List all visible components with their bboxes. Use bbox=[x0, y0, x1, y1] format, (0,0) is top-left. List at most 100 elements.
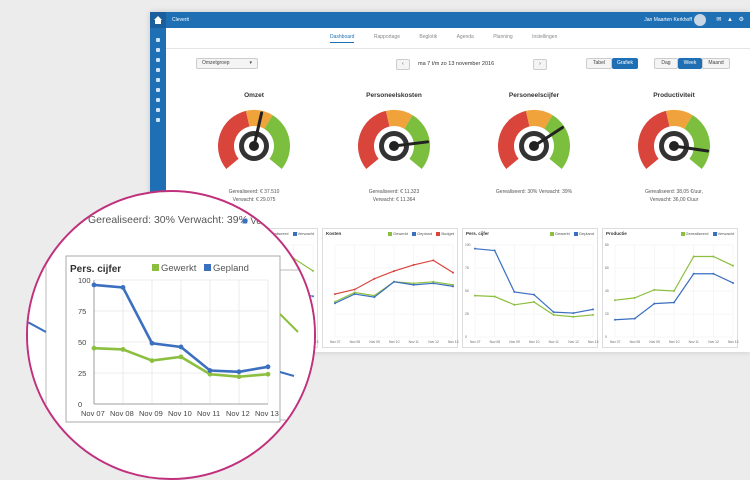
view-table-button[interactable]: Tabel bbox=[586, 58, 612, 69]
x-tick-label: Nov 08 bbox=[110, 409, 134, 418]
data-point bbox=[149, 340, 155, 346]
data-point bbox=[513, 303, 516, 306]
mini-chart-perscijfer-plot: 0 25 50 75 100 Nov 07 Nov 08 Nov 09 Nov 10 Nov 11… bbox=[465, 243, 599, 344]
x-tick-label: Nov 09 bbox=[139, 409, 163, 418]
home-icon[interactable] bbox=[150, 12, 166, 28]
mini-title-productie: Productie bbox=[606, 231, 627, 236]
date-range: ma 7 t/m zo 13 november 2016 bbox=[418, 61, 495, 67]
legend-label: Gepland bbox=[578, 231, 594, 236]
gauge-productiviteit bbox=[638, 110, 710, 169]
data-point bbox=[712, 255, 715, 258]
group-select-value: Omzetgroep bbox=[202, 60, 230, 66]
screenshot-stage: { "app": { "title": "Cleverit", "user_na… bbox=[0, 0, 750, 480]
main-tabs: Dashboard Rapportage Beglotik Agenda Pla… bbox=[330, 34, 575, 46]
x-tick-label: Nov 10 bbox=[168, 409, 192, 418]
chevron-down-icon: ▾ bbox=[249, 60, 252, 66]
next-week-button[interactable]: › bbox=[533, 59, 547, 70]
legend-swatch bbox=[388, 231, 393, 236]
period-day-button[interactable]: Dag bbox=[654, 58, 678, 69]
tab-planning[interactable]: Planning bbox=[493, 34, 512, 42]
legend-label: Budget bbox=[441, 231, 454, 236]
sidebar-item-agenda[interactable] bbox=[156, 68, 160, 72]
data-point bbox=[474, 247, 476, 250]
tab-instellingen[interactable]: Instellingen bbox=[532, 34, 557, 42]
legend-swatch bbox=[680, 231, 685, 236]
gauge-caption-personeelscijfer: Gerealiseerd: 30% Verwacht: 39% bbox=[479, 188, 589, 196]
data-point bbox=[673, 290, 675, 292]
zoom-left-chart-frame bbox=[28, 253, 47, 415]
gauge-realised-personeelscijfer: Gerealiseerd: 30% Verwacht: 39% bbox=[495, 189, 573, 195]
data-point bbox=[493, 295, 496, 298]
data-point bbox=[265, 364, 271, 370]
group-select[interactable]: Omzetgroep ▾ bbox=[196, 58, 258, 69]
tab-dashboard[interactable]: Dashboard bbox=[330, 34, 355, 43]
x-tick-label: Nov 10 bbox=[389, 340, 400, 344]
legend-label: Verwacht bbox=[717, 231, 734, 236]
notification-icons[interactable]: ✉ ▲ ⚙ bbox=[716, 16, 746, 23]
sidebar-item-report[interactable] bbox=[156, 48, 160, 52]
data-point bbox=[633, 317, 636, 320]
data-point bbox=[149, 358, 155, 363]
tab-agenda[interactable]: Agenda bbox=[457, 34, 474, 42]
data-point bbox=[236, 369, 242, 375]
zoom-magnifier: Gerealiseerd: 30% Verwacht: 39% 12 ■ Ver… bbox=[26, 190, 316, 480]
x-tick-label: Nov 09 bbox=[509, 340, 520, 344]
data-point bbox=[592, 313, 594, 316]
data-point bbox=[552, 313, 555, 316]
sidebar-item-planning[interactable] bbox=[156, 78, 160, 82]
y-tick-label: 40 bbox=[605, 289, 609, 293]
gauge-title-omzet: Omzet bbox=[244, 92, 264, 99]
period-month-button[interactable]: Maand bbox=[702, 58, 730, 69]
data-point bbox=[432, 259, 435, 262]
zoom-right-chart-frame bbox=[279, 269, 314, 421]
data-point bbox=[533, 301, 535, 304]
x-tick-label: Nov 07 bbox=[81, 409, 105, 418]
mini-legend-perscijfer: Gewerkt Gepland bbox=[547, 231, 594, 236]
data-point bbox=[452, 285, 454, 288]
sidebar-item-help[interactable] bbox=[156, 118, 160, 122]
zoom-left-tick: 12 bbox=[31, 409, 39, 418]
gauge-expected-personeelskosten: Verwacht: € 11.364 bbox=[372, 197, 416, 203]
period-week-button[interactable]: Week bbox=[678, 58, 702, 69]
data-point bbox=[572, 315, 575, 318]
gauge-caption-productiviteit: Gerealiseerd: 38,05 €/uur, Verwacht: 36,… bbox=[619, 188, 729, 204]
mini-title-kosten: Kosten bbox=[326, 231, 342, 236]
data-point bbox=[120, 347, 126, 352]
sidebar-item-budget[interactable] bbox=[156, 58, 160, 62]
sidebar-item-hours[interactable] bbox=[156, 98, 160, 102]
y-tick-label: 50 bbox=[465, 289, 469, 293]
data-point bbox=[692, 272, 695, 275]
data-point bbox=[236, 374, 242, 380]
tab-begroting[interactable]: Beglotik bbox=[419, 34, 437, 42]
sidebar-item-dashboard[interactable] bbox=[156, 38, 160, 42]
view-chart-button[interactable]: Grafiek bbox=[612, 58, 638, 69]
tab-rapportage[interactable]: Rapportage bbox=[374, 34, 400, 42]
avatar[interactable] bbox=[694, 14, 706, 26]
data-point bbox=[120, 285, 126, 290]
prev-week-button[interactable]: ‹ bbox=[396, 59, 410, 70]
data-point bbox=[178, 344, 184, 350]
mini-title-perscijfer: Pers. cijfer bbox=[466, 231, 490, 236]
data-point bbox=[712, 272, 715, 275]
data-point bbox=[373, 277, 376, 280]
sidebar-item-staff[interactable] bbox=[156, 88, 160, 92]
data-point bbox=[474, 294, 476, 297]
gauge-title-personeelskosten: Personeelskosten bbox=[366, 92, 422, 99]
legend-swatch-glyph: ■ bbox=[242, 216, 250, 227]
gauge-title-productiviteit: Productiviteit bbox=[653, 92, 695, 99]
user-name[interactable]: Jan Maarten Kerkhoff bbox=[644, 17, 692, 23]
data-point bbox=[572, 312, 575, 315]
data-point bbox=[493, 249, 496, 252]
data-point bbox=[334, 302, 336, 305]
data-point bbox=[412, 263, 415, 266]
x-tick-label: Nov 11 bbox=[549, 340, 559, 344]
data-point bbox=[732, 264, 734, 267]
sidebar-item-settings[interactable] bbox=[156, 108, 160, 112]
data-point bbox=[653, 302, 656, 305]
data-point bbox=[692, 255, 695, 258]
data-point bbox=[393, 280, 395, 283]
y-tick-label: 25 bbox=[78, 369, 86, 378]
gauge-caption-personeelskosten: Gerealiseerd: € 11.323 Verwacht: € 11.36… bbox=[339, 188, 449, 204]
gauge-expected-productiviteit: Verwacht: 36,00 €/uur bbox=[649, 197, 699, 203]
legend-swatch bbox=[412, 231, 417, 236]
